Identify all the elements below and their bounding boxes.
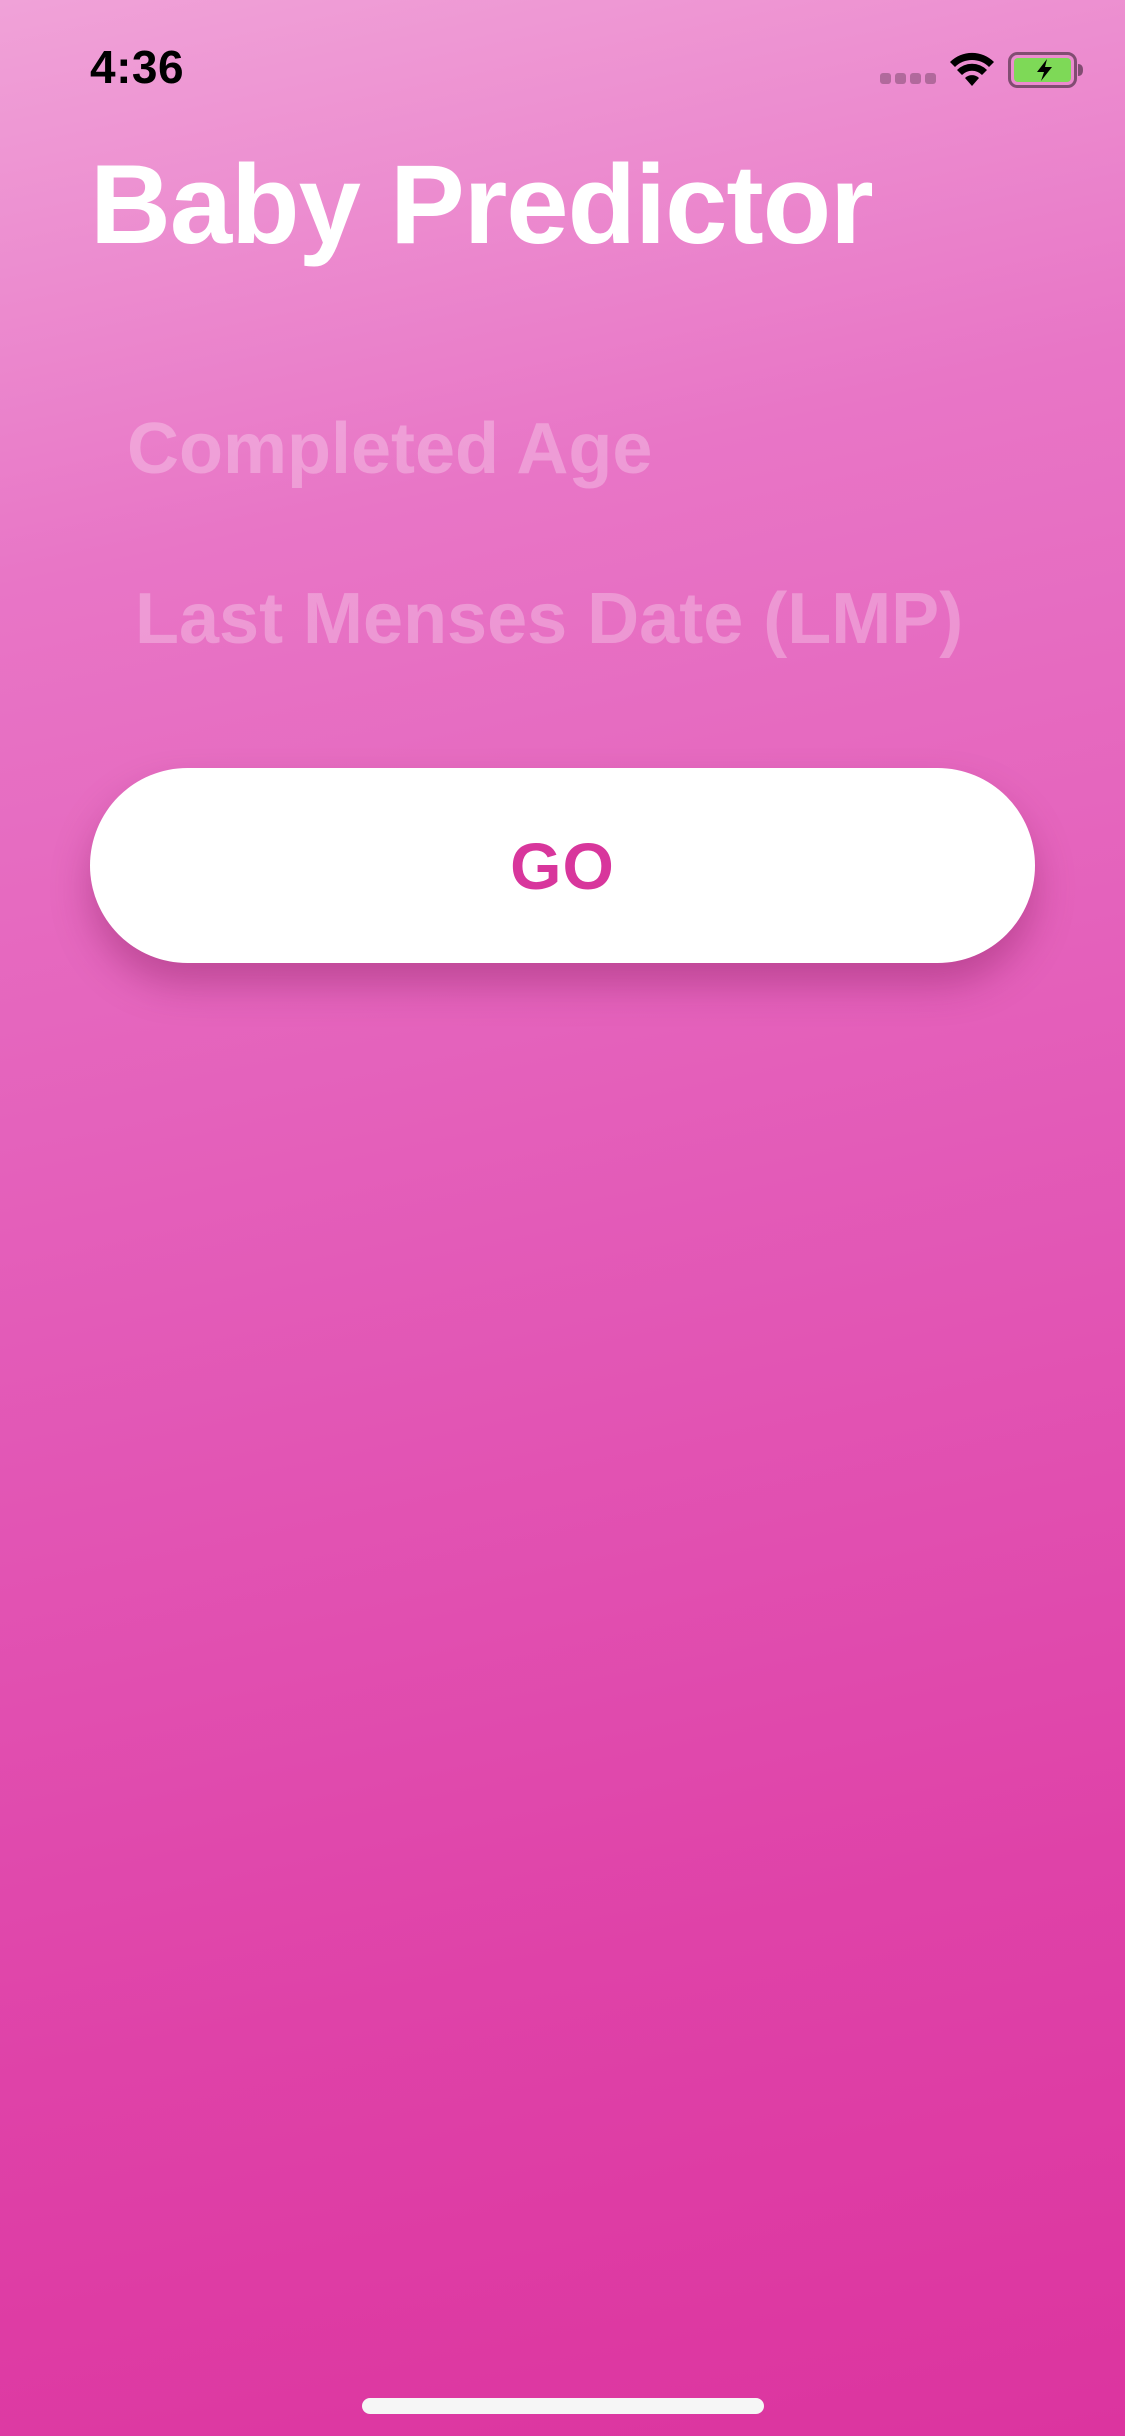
lmp-date-input[interactable]: Last Menses Date (LMP) <box>135 578 963 660</box>
cellular-signal-icon <box>880 73 936 85</box>
go-button-label: GO <box>510 828 615 903</box>
home-indicator[interactable] <box>362 2398 764 2414</box>
go-button[interactable]: GO <box>90 768 1035 963</box>
battery-charging-icon <box>1008 52 1083 88</box>
completed-age-input[interactable]: Completed Age <box>127 408 652 490</box>
wifi-icon <box>950 52 994 86</box>
status-bar: 4:36 <box>0 0 1125 140</box>
page-title: Baby Predictor <box>90 142 874 267</box>
status-time: 4:36 <box>90 41 185 93</box>
